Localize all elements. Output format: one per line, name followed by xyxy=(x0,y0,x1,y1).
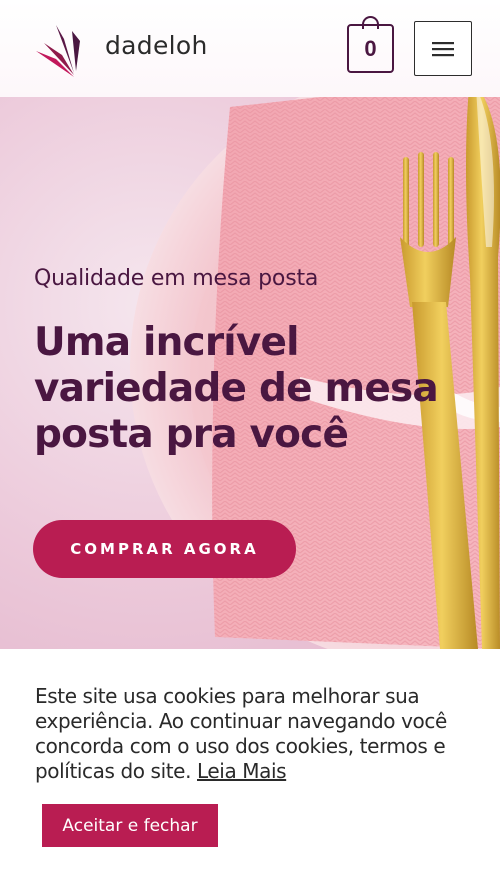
menu-button[interactable] xyxy=(414,21,472,76)
hero-subtitle: Qualidade em mesa posta xyxy=(34,266,319,291)
hamburger-menu-icon xyxy=(432,41,454,56)
accept-cookies-button[interactable]: Aceitar e fechar xyxy=(42,804,218,847)
shop-now-button[interactable]: COMPRAR AGORA xyxy=(33,520,296,578)
cart-count: 0 xyxy=(364,35,377,61)
site-header: dadeloh 0 xyxy=(0,0,500,97)
brand-logo-icon[interactable] xyxy=(34,21,82,77)
cookie-message: Este site usa cookies para melhorar sua … xyxy=(35,684,475,784)
hero-title: Uma incrível variedade de mesa posta pra… xyxy=(34,320,439,457)
cookie-banner: Este site usa cookies para melhorar sua … xyxy=(0,649,500,889)
read-more-link[interactable]: Leia Mais xyxy=(197,759,287,783)
brand-name[interactable]: dadeloh xyxy=(105,31,208,60)
shopping-bag-icon xyxy=(362,16,379,29)
hero-banner: Qualidade em mesa posta Uma incrível var… xyxy=(0,77,500,649)
cart-button[interactable]: 0 xyxy=(347,16,394,73)
